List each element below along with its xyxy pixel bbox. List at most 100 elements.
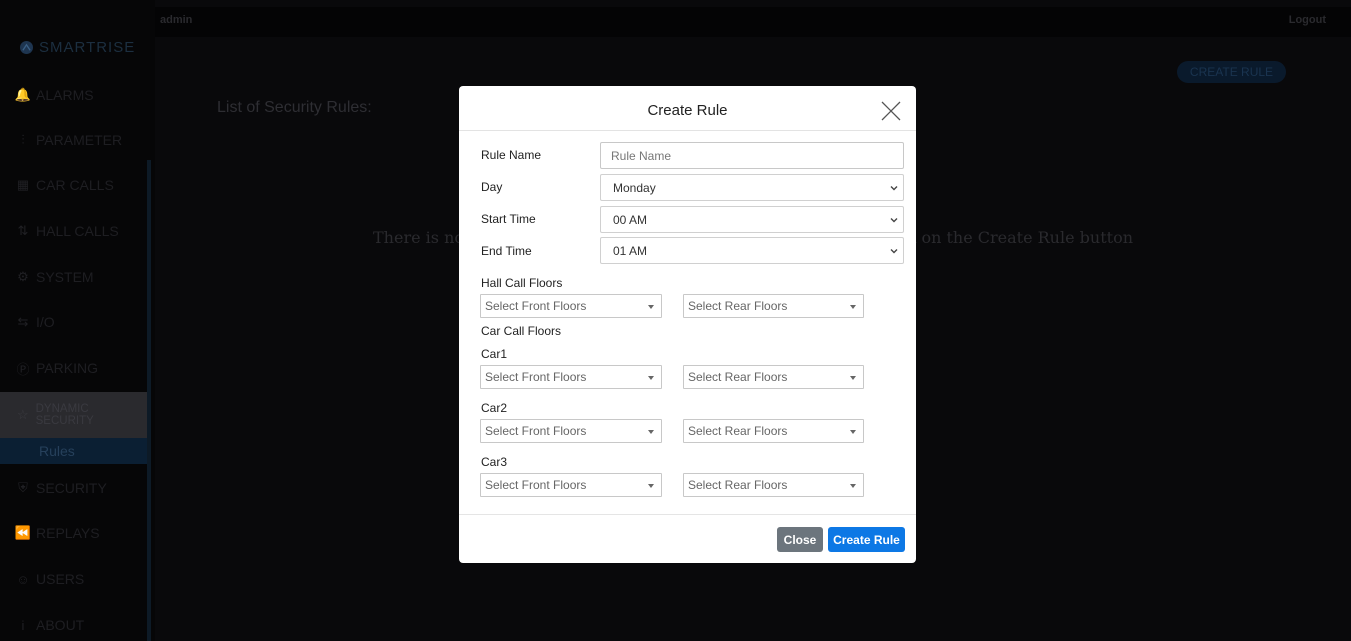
sidebar-item-parameter[interactable]: ⫶ PARAMETER xyxy=(0,121,147,159)
rewind-icon: ⏪ xyxy=(14,525,32,540)
gear-icon: ⚙ xyxy=(17,269,29,284)
day-label: Day xyxy=(481,180,503,194)
chevron-down-icon xyxy=(890,218,898,223)
day-select-value: Monday xyxy=(613,180,656,195)
sliders-icon: ⫶ xyxy=(21,132,25,147)
car2-front-floors-select[interactable]: Select Front Floors xyxy=(480,419,662,443)
caret-down-icon xyxy=(850,376,856,380)
close-button[interactable]: Close xyxy=(777,527,823,552)
car3-rear-floors-select[interactable]: Select Rear Floors xyxy=(683,473,864,497)
sidebar-item-users[interactable]: ☺ USERS xyxy=(0,560,147,598)
create-rule-button[interactable]: CREATE RULE xyxy=(1177,61,1286,83)
sidebar-item-replays[interactable]: ⏪ REPLAYS xyxy=(0,514,147,552)
parking-icon: Ⓟ xyxy=(16,361,30,377)
sidebar-item-hall-calls[interactable]: ⇅ HALL CALLS xyxy=(0,212,147,250)
sidebar-item-label: DYNAMIC SECURITY xyxy=(35,403,94,427)
sidebar: SMARTRISE 🔔 ALARMS ⫶ PARAMETER ▦ CAR CAL… xyxy=(0,0,155,641)
car-call-floors-label: Car Call Floors xyxy=(481,324,562,338)
star-icon: ☆ xyxy=(16,407,29,422)
sidebar-item-alarms[interactable]: 🔔 ALARMS xyxy=(0,76,147,114)
sidebar-item-label: I/O xyxy=(36,314,55,330)
users-icon: ☺ xyxy=(16,571,30,587)
create-rule-submit-button[interactable]: Create Rule xyxy=(828,527,905,552)
caret-down-icon xyxy=(648,430,654,434)
shield-icon: ⛨ xyxy=(18,480,28,495)
caret-down-icon xyxy=(850,430,856,434)
sidebar-item-label: PARAMETER xyxy=(36,132,123,148)
multiselect-placeholder: Select Front Floors xyxy=(485,478,587,492)
logo-icon xyxy=(20,41,33,54)
rule-name-label: Rule Name xyxy=(481,148,542,162)
multiselect-placeholder: Select Rear Floors xyxy=(688,299,788,313)
caret-down-icon xyxy=(648,484,654,488)
car2-label: Car2 xyxy=(481,401,508,415)
caret-down-icon xyxy=(648,376,654,380)
caret-down-icon xyxy=(648,305,654,309)
empty-message-left: There is no xyxy=(373,228,464,247)
caret-down-icon xyxy=(850,305,856,309)
sidebar-item-label: SECURITY xyxy=(36,480,107,496)
empty-message-right: k on the Create Rule button xyxy=(906,228,1133,247)
page-title: List of Security Rules: xyxy=(217,99,372,116)
modal-title: Create Rule xyxy=(647,102,728,119)
modal-header: Create Rule xyxy=(459,86,916,131)
sidebar-item-label: SYSTEM xyxy=(36,269,94,285)
multiselect-placeholder: Select Front Floors xyxy=(485,424,587,438)
start-time-value: 00 AM xyxy=(613,212,648,227)
car3-label: Car3 xyxy=(481,455,508,469)
sidebar-scrollbar[interactable] xyxy=(147,160,151,641)
sidebar-item-label: ALARMS xyxy=(36,87,94,103)
brand-logo[interactable]: SMARTRISE xyxy=(20,39,135,56)
brand-name: SMARTRISE xyxy=(39,39,136,56)
top-bar: admin Logout xyxy=(155,7,1351,37)
sidebar-subitem-rules[interactable]: Rules xyxy=(0,438,147,464)
bell-icon: 🔔 xyxy=(14,87,32,102)
sidebar-item-dynamic-security[interactable]: ☆ DYNAMIC SECURITY xyxy=(0,392,147,438)
sidebar-item-io[interactable]: ⇆ I/O xyxy=(0,303,147,341)
chevron-down-icon xyxy=(890,249,898,254)
hall-rear-floors-select[interactable]: Select Rear Floors xyxy=(683,294,864,318)
create-rule-modal: Create Rule Rule Name Day Monday Start T… xyxy=(459,86,916,563)
day-select[interactable]: Monday xyxy=(600,174,904,201)
car1-rear-floors-select[interactable]: Select Rear Floors xyxy=(683,365,864,389)
app-window: SMARTRISE 🔔 ALARMS ⫶ PARAMETER ▦ CAR CAL… xyxy=(0,0,1351,641)
start-time-select[interactable]: 00 AM xyxy=(600,206,904,233)
end-time-select[interactable]: 01 AM xyxy=(600,237,904,264)
multiselect-placeholder: Select Rear Floors xyxy=(688,478,788,492)
hall-call-floors-label: Hall Call Floors xyxy=(481,276,563,290)
end-time-label: End Time xyxy=(481,244,532,258)
caret-down-icon xyxy=(850,484,856,488)
info-icon: i xyxy=(21,617,25,633)
modal-footer-divider xyxy=(459,514,916,515)
sidebar-item-label: PARKING xyxy=(36,360,98,376)
car1-front-floors-select[interactable]: Select Front Floors xyxy=(480,365,662,389)
sidebar-item-about[interactable]: i ABOUT xyxy=(0,606,147,641)
end-time-value: 01 AM xyxy=(613,243,648,258)
sidebar-item-label: HALL CALLS xyxy=(36,223,119,239)
multiselect-placeholder: Select Front Floors xyxy=(485,370,587,384)
start-time-label: Start Time xyxy=(481,212,536,226)
keypad-icon: ▦ xyxy=(16,177,30,192)
sidebar-item-label: REPLAYS xyxy=(36,525,100,541)
car3-front-floors-select[interactable]: Select Front Floors xyxy=(480,473,662,497)
sidebar-item-security[interactable]: ⛨ SECURITY xyxy=(0,469,147,507)
multiselect-placeholder: Select Front Floors xyxy=(485,299,587,313)
sidebar-item-parking[interactable]: Ⓟ PARKING xyxy=(0,349,147,387)
username-label: admin xyxy=(160,14,193,26)
multiselect-placeholder: Select Rear Floors xyxy=(688,370,788,384)
arrows-icon: ⇆ xyxy=(17,314,29,329)
multiselect-placeholder: Select Rear Floors xyxy=(688,424,788,438)
sidebar-item-label: ABOUT xyxy=(36,617,85,633)
sidebar-item-system[interactable]: ⚙ SYSTEM xyxy=(0,258,147,296)
car1-label: Car1 xyxy=(481,347,508,361)
up-down-icon: ⇅ xyxy=(17,223,29,238)
rule-name-input[interactable] xyxy=(600,142,904,169)
sidebar-item-car-calls[interactable]: ▦ CAR CALLS xyxy=(0,166,147,204)
sidebar-item-label: USERS xyxy=(36,571,85,587)
car2-rear-floors-select[interactable]: Select Rear Floors xyxy=(683,419,864,443)
chevron-down-icon xyxy=(890,186,898,191)
close-icon[interactable] xyxy=(880,100,902,122)
hall-front-floors-select[interactable]: Select Front Floors xyxy=(480,294,662,318)
logout-link[interactable]: Logout xyxy=(1289,14,1326,26)
sidebar-item-label: CAR CALLS xyxy=(36,177,114,193)
